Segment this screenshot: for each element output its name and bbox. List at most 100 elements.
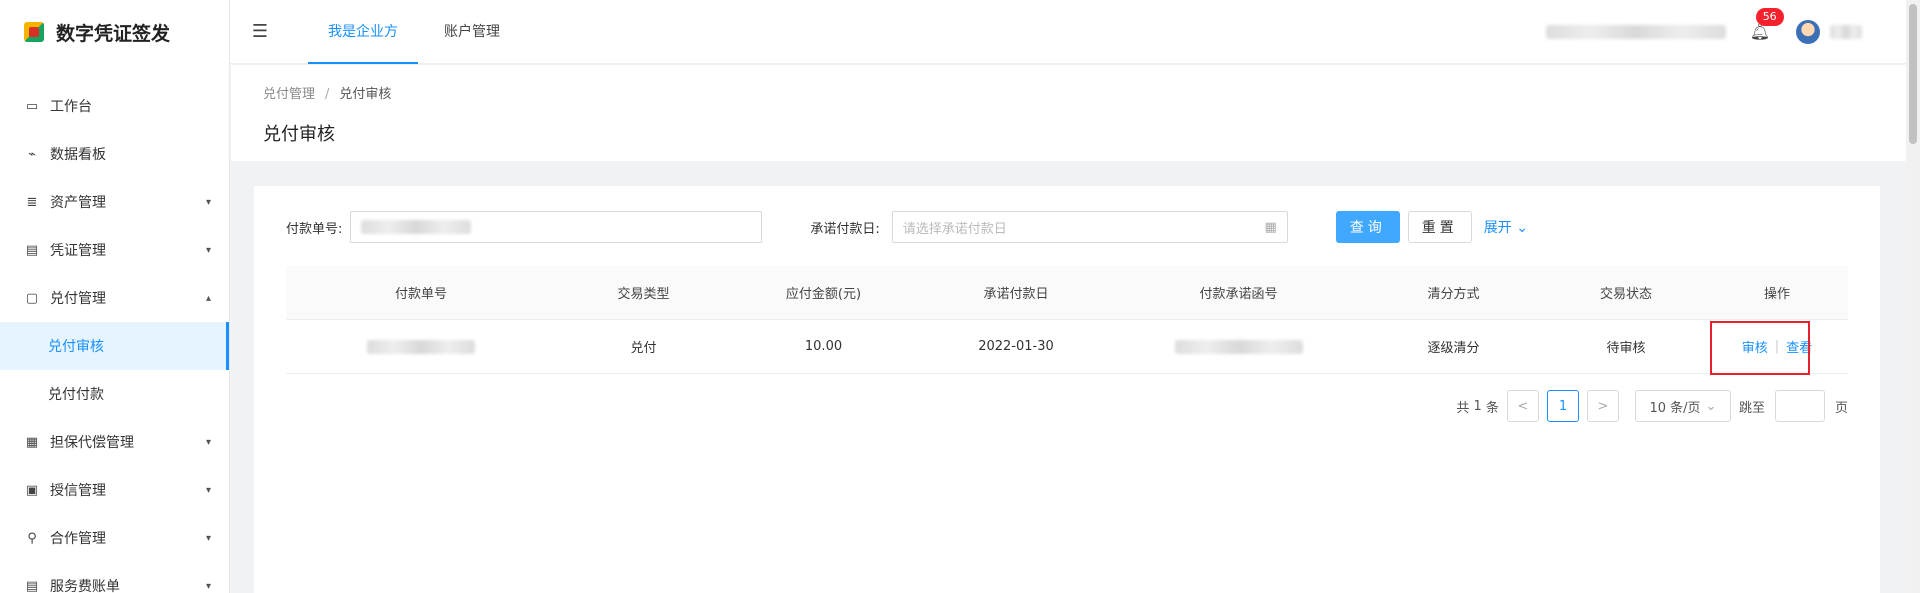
sidebar-item-workbench[interactable]: ▭ 工作台	[0, 82, 229, 130]
chevron-down-icon: ⌄	[1705, 398, 1717, 414]
column-header: 付款承诺函号	[1199, 287, 1278, 302]
monitor-icon: ▭	[25, 98, 39, 114]
page-header: 兑付管理 / 兑付审核 兑付审核	[231, 65, 1906, 161]
column-header: 交易状态	[1599, 287, 1652, 302]
blurred-user-name	[1830, 24, 1862, 39]
notification-badge: 56	[1755, 8, 1784, 26]
reset-button[interactable]: 重置	[1407, 211, 1472, 243]
blurred-payment-no	[367, 339, 475, 354]
next-page-button[interactable]: >	[1586, 390, 1619, 422]
chevron-down-icon: ▾	[205, 244, 211, 256]
app-logo[interactable]: 数字凭证签发	[0, 0, 229, 64]
total-count: 1	[1473, 398, 1482, 414]
calendar-icon: ▦	[1264, 219, 1277, 235]
menu-fold-icon[interactable]: ☰	[230, 21, 290, 42]
scrollbar-thumb[interactable]	[1909, 4, 1917, 144]
sidebar-item-label: 凭证管理	[50, 243, 106, 259]
payment-no-input[interactable]	[350, 211, 763, 243]
database-icon: ≣	[26, 194, 38, 210]
sidebar-item-vouchers[interactable]: ▤ 凭证管理 ▾	[0, 226, 229, 274]
page-title: 兑付审核	[263, 124, 335, 145]
sidebar-item-label: 工作台	[50, 99, 92, 115]
bill-icon: ▤	[25, 578, 39, 593]
credit-box-icon: ▣	[25, 482, 39, 498]
sidebar-item-redemption[interactable]: ▢ 兑付管理 ▴	[0, 274, 229, 322]
page-scrollbar[interactable]	[1906, 0, 1920, 593]
sidebar-item-label: 兑付管理	[50, 291, 106, 307]
filter-form: 付款单号: 承诺付款日: 请选择承诺付款日 ▦ 查询 重置 展开 ⌄	[286, 210, 1848, 244]
page-button-current[interactable]: 1	[1546, 390, 1579, 422]
column-header: 应付金额(元)	[785, 287, 862, 302]
sidebar-item-guarantee[interactable]: ▦ 担保代偿管理 ▾	[0, 418, 229, 466]
breadcrumb-separator: /	[325, 87, 330, 102]
partner-icon: ⚲	[27, 530, 37, 546]
column-header: 操作	[1763, 287, 1790, 302]
app-title: 数字凭证签发	[56, 22, 171, 45]
promise-date-picker[interactable]: 请选择承诺付款日 ▦	[891, 211, 1288, 243]
sidebar-item-label: 担保代偿管理	[50, 435, 134, 451]
header-right: 🔔︎ 56	[1545, 8, 1906, 44]
promise-date-label: 承诺付款日:	[810, 221, 880, 237]
cell-status: 待审核	[1606, 341, 1646, 356]
column-header: 交易类型	[617, 287, 670, 302]
content-card: 付款单号: 承诺付款日: 请选择承诺付款日 ▦ 查询 重置 展开 ⌄ 付款单号 …	[254, 186, 1880, 593]
cell-promise-date: 2022-01-30	[978, 339, 1054, 354]
sidebar: 数字凭证签发 ▭ 工作台 ⌁ 数据看板 ≣ 资产管理 ▾ ▤ 凭证管理 ▾ ▢ …	[0, 0, 230, 593]
tab-account-management[interactable]: 账户管理	[424, 0, 520, 64]
chevron-down-icon: ▾	[205, 532, 211, 544]
sidebar-menu: ▭ 工作台 ⌁ 数据看板 ≣ 资产管理 ▾ ▤ 凭证管理 ▾ ▢ 兑付管理 ▴ …	[0, 82, 229, 593]
cell-actions: 审核 | 查看	[1706, 321, 1848, 375]
page-unit-label: 页	[1834, 400, 1848, 416]
sidebar-item-label: 资产管理	[50, 195, 106, 211]
clipboard-icon: ▢	[25, 290, 39, 306]
avatar[interactable]	[1796, 19, 1820, 44]
cell-amount: 10.00	[804, 339, 843, 354]
tab-enterprise[interactable]: 我是企业方	[308, 0, 418, 64]
highlight-box	[1710, 321, 1810, 375]
page-size-select[interactable]: 10 条/页 ⌄	[1634, 390, 1731, 422]
total-prefix: 共	[1456, 400, 1470, 416]
chart-line-icon: ⌁	[28, 146, 36, 162]
sidebar-item-assets[interactable]: ≣ 资产管理 ▾	[0, 178, 229, 226]
sidebar-item-credit[interactable]: ▣ 授信管理 ▾	[0, 466, 229, 514]
jump-page-input[interactable]	[1774, 390, 1825, 422]
breadcrumb: 兑付管理 / 兑付审核	[263, 83, 391, 102]
blurred-letter-no	[1174, 339, 1303, 354]
breadcrumb-item-current: 兑付审核	[339, 87, 392, 102]
chevron-down-icon: ▾	[205, 196, 211, 208]
sidebar-subitem-redemption-payment[interactable]: 兑付付款	[0, 370, 229, 418]
sidebar-item-service-bill[interactable]: ▤ 服务费账单 ▾	[0, 562, 229, 593]
top-header: ☰ 我是企业方 账户管理 🔔︎ 56	[230, 0, 1906, 64]
sidebar-item-dashboard[interactable]: ⌁ 数据看板	[0, 130, 229, 178]
redemption-table: 付款单号 交易类型 应付金额(元) 承诺付款日 付款承诺函号 清分方式 交易状态…	[286, 266, 1848, 375]
jump-label: 跳至	[1738, 400, 1765, 416]
chevron-up-icon: ▴	[205, 292, 211, 304]
prev-page-button[interactable]: <	[1506, 390, 1539, 422]
query-button[interactable]: 查询	[1335, 211, 1400, 243]
chevron-down-icon: ▾	[205, 580, 211, 592]
sidebar-subitem-redemption-review[interactable]: 兑付审核	[0, 322, 229, 370]
expand-link-label: 展开	[1483, 220, 1512, 236]
notification-bell[interactable]: 🔔︎ 56	[1750, 8, 1784, 41]
document-icon: ▤	[25, 242, 39, 258]
blurred-company-name	[1545, 24, 1726, 39]
payment-no-label: 付款单号:	[286, 221, 343, 237]
promise-date-placeholder: 请选择承诺付款日	[902, 221, 1007, 237]
header-tabs: 我是企业方 账户管理	[308, 0, 526, 64]
table-row: 兑付 10.00 2022-01-30 逐级清分 待审核 审核 | 查看	[286, 320, 1848, 375]
column-header: 清分方式	[1427, 287, 1480, 302]
chevron-down-icon: ▾	[205, 484, 211, 496]
printer-icon: ▦	[25, 434, 39, 450]
sidebar-item-label: 合作管理	[50, 531, 106, 547]
blurred-payment-no	[361, 220, 472, 234]
sidebar-item-label: 服务费账单	[50, 579, 120, 593]
sidebar-item-partners[interactable]: ⚲ 合作管理 ▾	[0, 514, 229, 562]
pagination: 共 1 条 < 1 > 10 条/页 ⌄ 跳至 页	[1456, 390, 1848, 422]
cell-clearing: 逐级清分	[1427, 341, 1480, 356]
cell-promise-letter-no	[1116, 339, 1361, 354]
column-header: 承诺付款日	[983, 287, 1049, 302]
expand-link[interactable]: 展开 ⌄	[1484, 217, 1528, 237]
total-suffix: 条	[1485, 400, 1499, 416]
sidebar-item-label: 数据看板	[50, 147, 106, 163]
breadcrumb-item-redemption[interactable]: 兑付管理	[263, 87, 315, 102]
